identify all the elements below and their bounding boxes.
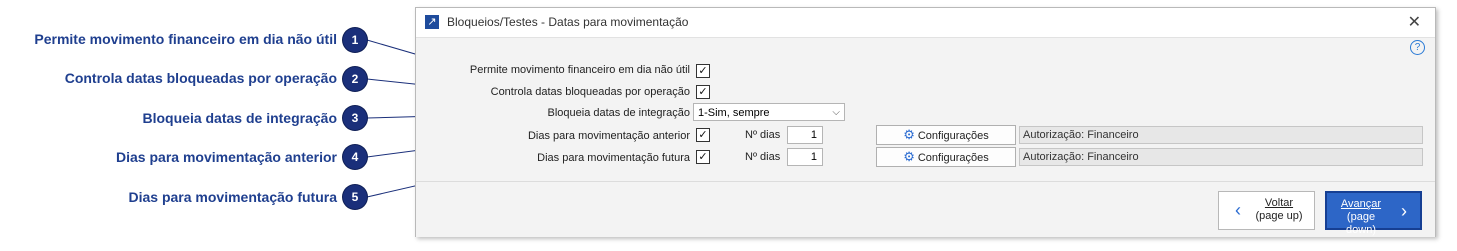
- app-icon: ↗: [425, 15, 439, 29]
- back-button-text: Voltar (page up): [1249, 197, 1309, 223]
- days-before-count-label: Nº dias: [745, 129, 781, 141]
- days-before-count-input[interactable]: 1: [787, 126, 823, 144]
- window-title: Bloqueios/Testes - Datas para movimentaç…: [447, 15, 689, 29]
- block-integration-select[interactable]: 1-Sim, sempre ⌵: [693, 103, 845, 121]
- next-label: Avançar: [1340, 198, 1382, 210]
- back-button[interactable]: ‹ Voltar (page up): [1218, 191, 1315, 230]
- days-after-count-input[interactable]: 1: [787, 148, 823, 166]
- dialog-footer: ‹ Voltar (page up) Avançar (page down) ›: [416, 181, 1435, 237]
- chevron-left-icon: ‹: [1235, 200, 1241, 220]
- block-integration-label: Bloqueia datas de integração: [547, 107, 691, 119]
- chevron-right-icon: ›: [1401, 201, 1407, 221]
- days-before-config-button[interactable]: ⚙ Configurações: [876, 125, 1016, 145]
- control-blocked-label: Controla datas bloqueadas por operação: [490, 86, 690, 98]
- next-sub: (page down): [1346, 211, 1376, 236]
- callout-label-4: Dias para movimentação anterior: [116, 149, 337, 165]
- title-bar: ↗ Bloqueios/Testes - Datas para moviment…: [416, 8, 1435, 38]
- callout-label-5: Dias para movimentação futura: [128, 189, 337, 205]
- callout-badge-2: 2: [343, 67, 367, 91]
- days-after-config-button[interactable]: ⚙ Configurações: [876, 147, 1016, 167]
- callout-label-1: Permite movimento financeiro em dia não …: [34, 31, 337, 47]
- days-after-config-label: Configurações: [917, 152, 989, 164]
- days-after-auth-field: Autorização: Financeiro: [1019, 148, 1423, 166]
- allow-nonbusiness-checkbox[interactable]: ✓: [696, 64, 710, 78]
- close-icon[interactable]: ✕: [1408, 12, 1421, 32]
- control-blocked-checkbox[interactable]: ✓: [696, 85, 710, 99]
- gear-icon: ⚙: [903, 127, 915, 142]
- chevron-down-icon: ⌵: [832, 107, 840, 118]
- callout-badge-4: 4: [343, 145, 367, 169]
- callout-badge-1: 1: [343, 28, 367, 52]
- callout-label-2: Controla datas bloqueadas por operação: [64, 70, 337, 86]
- next-button[interactable]: Avançar (page down) ›: [1325, 191, 1422, 236]
- gear-icon: ⚙: [903, 149, 915, 164]
- dialog-window: ↗ Bloqueios/Testes - Datas para moviment…: [415, 7, 1436, 237]
- days-before-label: Dias para movimentação anterior: [527, 130, 690, 142]
- help-icon[interactable]: ?: [1410, 40, 1425, 55]
- days-before-auth-field: Autorização: Financeiro: [1019, 126, 1423, 144]
- days-after-checkbox[interactable]: ✓: [696, 150, 710, 164]
- back-label: Voltar: [1264, 197, 1294, 209]
- days-after-count-label: Nº dias: [745, 151, 781, 163]
- days-before-checkbox[interactable]: ✓: [696, 128, 710, 142]
- days-before-config-label: Configurações: [917, 130, 989, 142]
- allow-nonbusiness-label: Permite movimento financeiro em dia não …: [469, 64, 690, 76]
- back-sub: (page up): [1255, 210, 1303, 222]
- block-integration-value: 1-Sim, sempre: [698, 107, 770, 119]
- days-after-label: Dias para movimentação futura: [537, 152, 690, 164]
- callout-badge-3: 3: [343, 106, 367, 130]
- callout-badge-5: 5: [343, 185, 367, 209]
- next-button-text: Avançar (page down): [1331, 198, 1391, 237]
- callout-label-3: Bloqueia datas de integração: [142, 110, 338, 126]
